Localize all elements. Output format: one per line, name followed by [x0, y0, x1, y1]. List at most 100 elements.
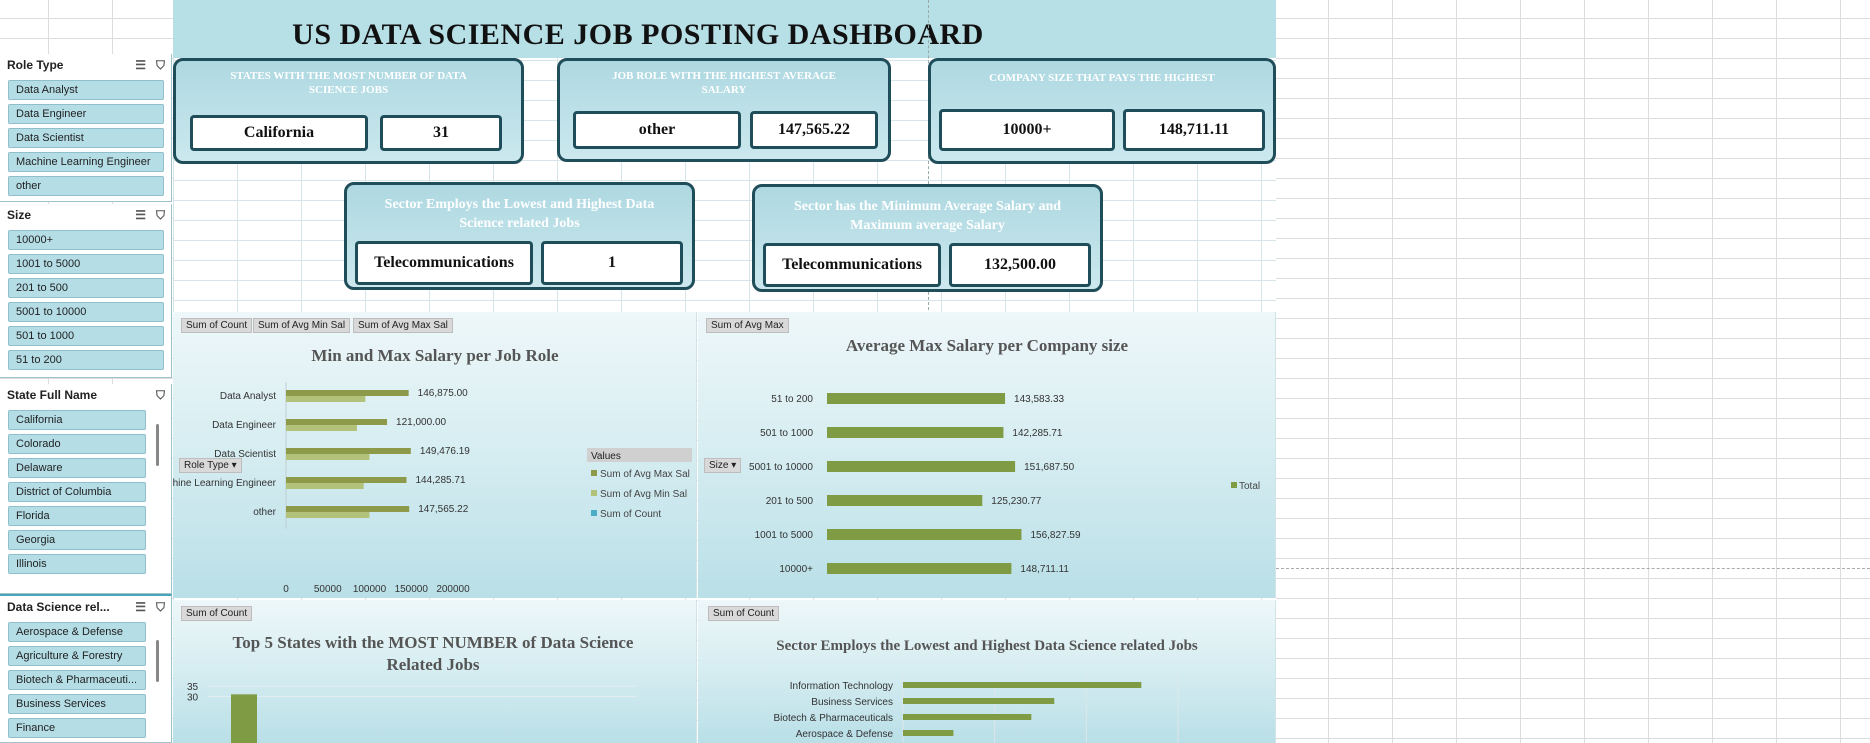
bar [827, 393, 1006, 404]
bar [903, 730, 954, 736]
bar-min [286, 396, 366, 402]
slicer-item[interactable]: Finance [8, 718, 146, 738]
slicer-role-type: Role Type ☰ ⛉ Data Analyst Data Engineer … [0, 54, 172, 202]
page-break-line [1276, 568, 1870, 569]
slicer-title: State Full Name [7, 388, 98, 402]
slicer-item[interactable]: Machine Learning Engineer [8, 152, 164, 172]
kpi-card-company: COMPANY SIZE THAT PAYS THE HIGHEST 10000… [928, 58, 1276, 164]
bar-min [286, 425, 357, 431]
tick-label: 200000 [436, 584, 470, 595]
scrollbar-thumb[interactable] [156, 640, 159, 682]
legend-label: Sum of Avg Min Sal [600, 489, 687, 500]
slicer-item[interactable]: 501 to 1000 [8, 326, 164, 346]
legend-title: Values [591, 451, 621, 462]
chart-panel-job-role[interactable]: Sum of Count Sum of Avg Min Sal Sum of A… [173, 312, 697, 598]
bar [827, 529, 1022, 540]
slicer-item[interactable]: 51 to 200 [8, 350, 164, 370]
legend-swatch [591, 470, 597, 476]
slicer-state: State Full Name ⛉ California Colorado De… [0, 384, 172, 594]
legend-swatch [591, 490, 597, 496]
kpi-title: Sector has the Minimum Average Salary an… [793, 199, 1062, 233]
slicer-item[interactable]: Business Services [8, 694, 146, 714]
bar-min [286, 512, 370, 518]
data-label: 143,583.33 [1014, 394, 1064, 405]
category-label: 51 to 200 [771, 394, 813, 405]
clear-filter-icon[interactable]: ⛉ [156, 58, 165, 73]
slicer-item[interactable]: Delaware [8, 458, 146, 478]
data-label: 121,000.00 [396, 417, 446, 428]
clear-filter-icon[interactable]: ⛉ [156, 208, 165, 223]
chart-panel-company-size[interactable]: Sum of Avg Max Average Max Salary per Co… [698, 312, 1276, 598]
clear-filter-icon[interactable]: ⛉ [156, 388, 165, 403]
kpi-card-sector-salary: Sector has the Minimum Average Salary an… [752, 184, 1103, 292]
slicer-item[interactable]: Aerospace & Defense [8, 622, 146, 642]
category-label: Biotech & Pharmaceuticals [773, 713, 893, 724]
slicer-item[interactable]: 1001 to 5000 [8, 254, 164, 274]
legend-label: Total [1239, 481, 1260, 492]
data-label: 149,476.19 [420, 446, 470, 457]
category-label: 10000+ [779, 564, 813, 575]
multi-select-icon[interactable]: ☰ [135, 208, 146, 223]
slicer-item[interactable]: 10000+ [8, 230, 164, 250]
dashboard-title: US DATA SCIENCE JOB POSTING DASHBOARD [292, 18, 984, 51]
category-label: Machine Learning Engineer [173, 478, 277, 489]
slicer-item[interactable]: District of Columbia [8, 482, 146, 502]
bar-max [286, 477, 407, 483]
slicer-item[interactable]: California [8, 410, 146, 430]
chart-panel-top-states[interactable]: Sum of Count Top 5 States with the MOST … [173, 600, 697, 743]
category-label: Information Technology [790, 681, 893, 692]
slicer-item[interactable]: 201 to 500 [8, 278, 164, 298]
bar [827, 427, 1004, 438]
bar [827, 495, 983, 506]
data-label: 142,285.71 [1012, 428, 1062, 439]
slicer-item[interactable]: Illinois [8, 554, 146, 574]
slicer-item[interactable]: other [8, 176, 164, 196]
bar [827, 563, 1012, 574]
category-label: Data Scientist [214, 449, 276, 460]
slicer-item[interactable]: Data Analyst [8, 80, 164, 100]
tick-label: 100000 [353, 584, 387, 595]
slicer-item[interactable]: Agriculture & Forestry [8, 646, 146, 666]
legend-label: Sum of Count [600, 509, 661, 520]
data-label: 151,687.50 [1024, 462, 1074, 473]
chart-job-role-svg: Data Analyst 146,875.00 Data Engineer 121,0… [173, 382, 692, 595]
bar-min [286, 483, 364, 489]
data-label: 146,875.00 [418, 388, 468, 399]
legend-swatch [591, 510, 597, 516]
slicer-sector: Data Science rel... ☰ ⛉ Aerospace & Defen… [0, 594, 172, 743]
kpi-label: California [190, 115, 368, 151]
bar-max [286, 419, 388, 425]
slicer-item[interactable]: Colorado [8, 434, 146, 454]
bar-max [286, 448, 411, 454]
tick-label: 30 [187, 692, 199, 703]
slicer-item[interactable]: Data Engineer [8, 104, 164, 124]
category-label: other [253, 507, 276, 518]
kpi-label: Telecommunications [355, 241, 533, 285]
chart-panel-sector[interactable]: Sum of Count Sector Employs the Lowest a… [698, 600, 1276, 743]
data-label: 148,711.11 [1020, 564, 1069, 575]
kpi-title: JOB ROLE WITH THE HIGHEST AVERAGE SALARY [612, 70, 836, 96]
kpi-label: other [573, 111, 741, 149]
slicer-item[interactable]: Georgia [8, 530, 146, 550]
multi-select-icon[interactable]: ☰ [135, 600, 146, 615]
legend-swatch [1231, 482, 1237, 488]
kpi-label: 10000+ [939, 109, 1115, 151]
slicer-item[interactable]: Florida [8, 506, 146, 526]
scrollbar-thumb[interactable] [156, 424, 159, 466]
category-label: 5001 to 10000 [749, 462, 813, 473]
category-label: Aerospace & Defense [796, 729, 894, 740]
category-label: 501 to 1000 [760, 428, 813, 439]
data-label: 147,565.22 [418, 504, 468, 515]
slicer-item[interactable]: Biotech & Pharmaceuti... [8, 670, 146, 690]
clear-filter-icon[interactable]: ⛉ [156, 600, 165, 615]
slicer-item[interactable]: 5001 to 10000 [8, 302, 164, 322]
bar [231, 694, 257, 743]
multi-select-icon[interactable]: ☰ [135, 58, 146, 73]
data-label: 125,230.77 [991, 496, 1041, 507]
bar [827, 461, 1016, 472]
kpi-title: STATES WITH THE MOST NUMBER OF DATA SCIE… [230, 70, 467, 96]
bar [903, 698, 1055, 704]
category-label: 201 to 500 [766, 496, 814, 507]
slicer-item[interactable]: Data Scientist [8, 128, 164, 148]
kpi-label: Telecommunications [763, 243, 941, 287]
